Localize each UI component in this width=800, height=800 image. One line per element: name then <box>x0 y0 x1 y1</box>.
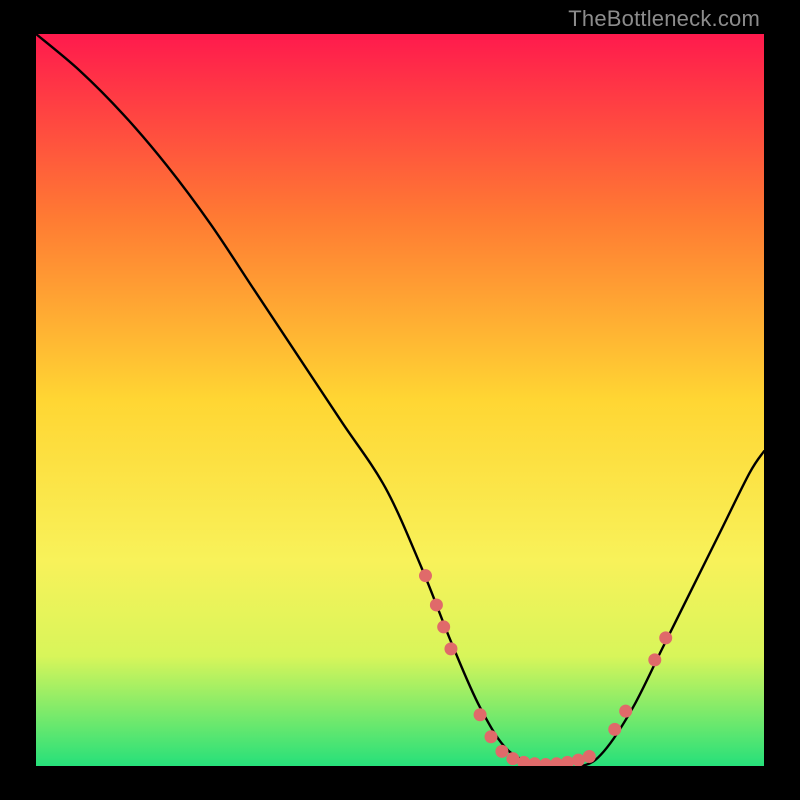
highlight-point <box>608 723 621 736</box>
plot-area <box>36 34 764 766</box>
highlight-point <box>619 705 632 718</box>
highlight-point <box>437 620 450 633</box>
chart-svg <box>36 34 764 766</box>
highlight-point <box>444 642 457 655</box>
highlight-point <box>430 598 443 611</box>
highlight-point <box>419 569 432 582</box>
highlight-point <box>485 730 498 743</box>
highlight-point <box>659 631 672 644</box>
chart-frame: TheBottleneck.com <box>0 0 800 800</box>
watermark-text: TheBottleneck.com <box>568 6 760 32</box>
highlight-point <box>474 708 487 721</box>
highlight-point <box>495 745 508 758</box>
highlight-point <box>583 750 596 763</box>
highlight-point <box>648 653 661 666</box>
